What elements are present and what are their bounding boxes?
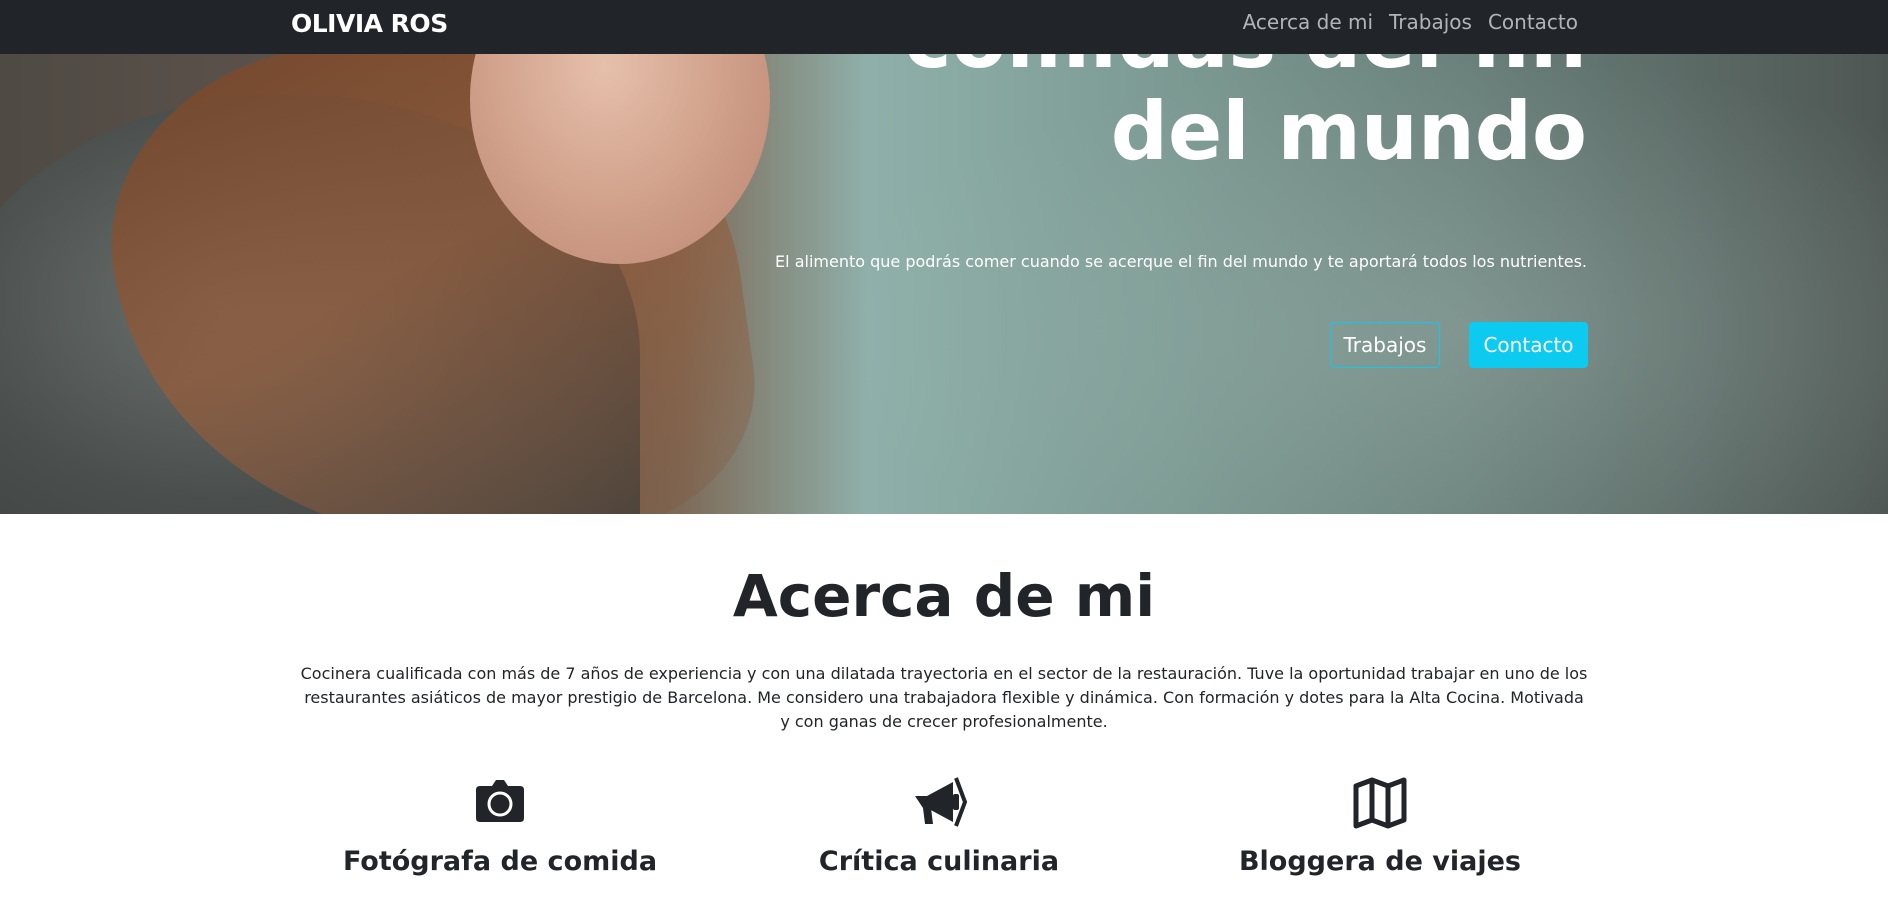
nav-links: Acerca de mi Trabajos Contacto xyxy=(1243,10,1578,34)
contacto-button[interactable]: Contacto xyxy=(1469,322,1588,368)
navbar: OLIVIA ROS Acerca de mi Trabajos Contact… xyxy=(0,0,1888,54)
hero-title: comidas del fin del mundo xyxy=(687,54,1587,178)
about-text: Cocinera cualificada con más de 7 años d… xyxy=(300,664,1588,731)
megaphone-icon xyxy=(909,772,969,832)
feature-critic: Crítica culinaria xyxy=(719,772,1159,877)
trabajos-button[interactable]: Trabajos xyxy=(1330,322,1440,368)
camera-icon xyxy=(470,772,530,832)
brand-logo[interactable]: OLIVIA ROS xyxy=(291,9,448,38)
feature-photographer: Fotógrafa de comida xyxy=(280,772,720,877)
map-icon xyxy=(1350,772,1410,832)
nav-link-contacto[interactable]: Contacto xyxy=(1488,10,1578,34)
hero-section: comidas del fin del mundo El alimento qu… xyxy=(0,54,1888,514)
feature-label: Fotógrafa de comida xyxy=(342,846,658,877)
hero-title-line2: del mundo xyxy=(1110,85,1587,178)
hero-title-line1: comidas del fin xyxy=(687,54,1587,86)
feature-travel: Bloggera de viajes xyxy=(1160,772,1600,877)
feature-label: Crítica culinaria xyxy=(818,846,1060,877)
about-title: Acerca de mi xyxy=(732,562,1156,630)
nav-link-acerca[interactable]: Acerca de mi xyxy=(1243,10,1373,34)
hero-subtitle: El alimento que podrás comer cuando se a… xyxy=(775,252,1587,271)
nav-link-trabajos[interactable]: Trabajos xyxy=(1389,10,1472,34)
feature-label: Bloggera de viajes xyxy=(1238,846,1522,877)
